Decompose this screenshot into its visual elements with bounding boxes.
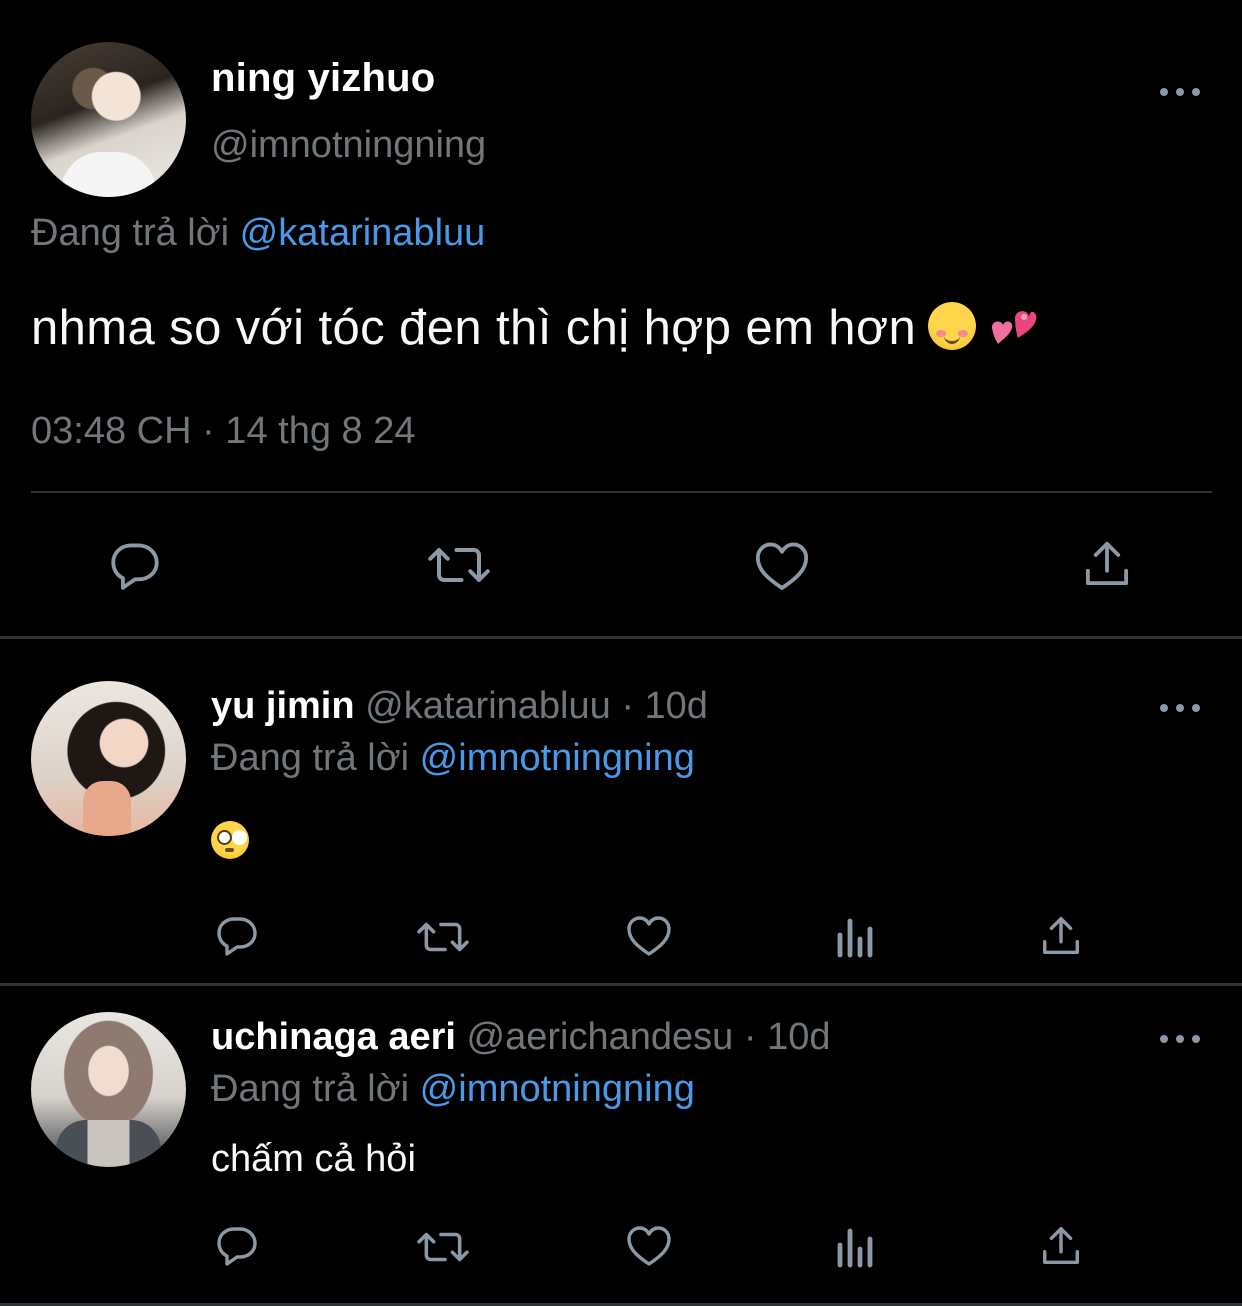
avatar[interactable] [31, 42, 186, 197]
reply-header: uchinaga aeri @aerichandesu · 10d [211, 1016, 830, 1059]
handle[interactable]: @aerichandesu [467, 1016, 734, 1058]
handle[interactable]: @katarinabluu [365, 685, 611, 727]
mention-link[interactable]: @imnotningning [420, 1068, 695, 1110]
views-icon[interactable] [834, 915, 878, 959]
reply-icon[interactable] [213, 1222, 261, 1270]
display-name[interactable]: yu jimin [211, 685, 355, 727]
separator-dot: · [621, 685, 634, 727]
separator-dot: · [743, 1016, 757, 1058]
tweet-detail-page: ning yizhuo @imnotningning Đang trả lời … [0, 0, 1242, 1306]
replying-to: Đang trả lời @imnotningning [211, 737, 695, 780]
retweet-icon[interactable] [415, 1222, 471, 1272]
share-icon[interactable] [1080, 536, 1134, 592]
mention-link[interactable]: @katarinabluu [240, 212, 486, 254]
tweet-text [211, 821, 249, 869]
like-icon[interactable] [753, 537, 811, 593]
more-options-icon[interactable] [1160, 85, 1200, 99]
divider [31, 491, 1212, 493]
tweet-text: nhma so với tóc đen thì chị hợp em hơn [31, 300, 1038, 356]
retweet-icon[interactable] [426, 535, 492, 595]
tweet-text: chấm cả hỏi [211, 1138, 416, 1180]
revolving-hearts-icon [988, 304, 1038, 348]
retweet-icon[interactable] [415, 912, 471, 962]
flushed-face-icon [211, 821, 249, 859]
replying-to-label: Đang trả lời [211, 737, 410, 779]
like-icon[interactable] [625, 912, 673, 958]
avatar[interactable] [31, 1012, 186, 1167]
timestamp[interactable]: 03:48 CH · 14 thg 8 24 [31, 410, 415, 453]
like-icon[interactable] [625, 1222, 673, 1268]
reply-icon[interactable] [106, 537, 164, 595]
share-icon[interactable] [1038, 912, 1084, 960]
replying-to-label: Đang trả lời [211, 1068, 410, 1110]
tweet-age[interactable]: 10d [767, 1016, 830, 1058]
replying-to: Đang trả lời @imnotningning [211, 1068, 695, 1111]
views-icon[interactable] [834, 1225, 878, 1269]
reply-tweet[interactable]: yu jimin @katarinabluu · 10d Đang trả lờ… [0, 639, 1242, 984]
tweet-text-content: nhma so với tóc đen thì chị hợp em hơn [31, 301, 917, 355]
reply-tweet[interactable]: uchinaga aeri @aerichandesu · 10d Đang t… [0, 986, 1242, 1306]
replying-to: Đang trả lời @katarinabluu [31, 212, 485, 255]
handle[interactable]: @imnotningning [211, 124, 486, 167]
more-options-icon[interactable] [1160, 1032, 1200, 1046]
reply-header: yu jimin @katarinabluu · 10d [211, 685, 708, 728]
display-name[interactable]: uchinaga aeri [211, 1016, 456, 1058]
main-tweet: ning yizhuo @imnotningning Đang trả lời … [0, 0, 1242, 638]
display-name[interactable]: ning yizhuo [211, 56, 435, 101]
reply-icon[interactable] [213, 912, 261, 960]
tweet-age[interactable]: 10d [645, 685, 708, 727]
more-options-icon[interactable] [1160, 701, 1200, 715]
smiling-face-icon [928, 302, 977, 350]
share-icon[interactable] [1038, 1222, 1084, 1270]
replying-to-label: Đang trả lời [31, 212, 230, 254]
avatar[interactable] [31, 681, 186, 836]
mention-link[interactable]: @imnotningning [420, 737, 695, 779]
